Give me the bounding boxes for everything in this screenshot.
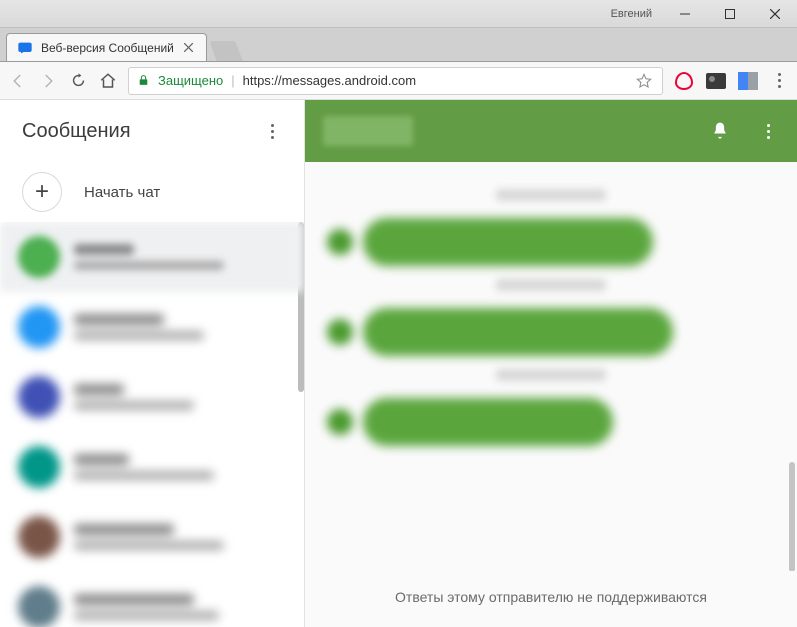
opera-extension-icon[interactable] xyxy=(673,70,695,92)
camera-extension-icon[interactable] xyxy=(705,70,727,92)
new-chat-button[interactable]: + Начать чат xyxy=(0,162,304,222)
lock-icon xyxy=(137,74,150,87)
avatar xyxy=(18,446,60,488)
avatar xyxy=(18,236,60,278)
conversation-text xyxy=(74,314,286,340)
messages-scroll-area[interactable] xyxy=(305,162,797,571)
conversation-text xyxy=(74,384,286,410)
window-close-button[interactable] xyxy=(752,0,797,28)
day-separator xyxy=(327,188,775,206)
avatar xyxy=(18,586,60,627)
message-bubble xyxy=(363,308,673,356)
message-row xyxy=(327,218,775,266)
conversation-item[interactable] xyxy=(0,502,304,572)
sidebar-title: Сообщения xyxy=(22,120,131,143)
message-bubble xyxy=(363,218,653,266)
conversation-item[interactable] xyxy=(0,432,304,502)
chat-header xyxy=(305,100,797,162)
browser-tabstrip: Веб-версия Сообщений xyxy=(0,28,797,62)
message-bubble xyxy=(363,398,613,446)
messages-favicon-icon xyxy=(17,40,33,56)
address-bar[interactable]: Защищено | https://messages.android.com xyxy=(128,67,663,95)
chat-contact-name xyxy=(323,116,413,146)
window-titlebar: Евгений xyxy=(0,0,797,28)
notifications-bell-icon[interactable] xyxy=(709,120,731,142)
sidebar-menu-button[interactable] xyxy=(262,121,282,141)
conversation-item[interactable] xyxy=(0,292,304,362)
secure-label: Защищено xyxy=(158,73,223,88)
address-divider: | xyxy=(231,73,234,88)
day-separator xyxy=(327,278,775,296)
new-tab-button[interactable] xyxy=(209,41,242,61)
window-minimize-button[interactable] xyxy=(662,0,707,28)
conversation-item[interactable] xyxy=(0,362,304,432)
chat-menu-button[interactable] xyxy=(757,120,779,142)
new-chat-label: Начать чат xyxy=(84,184,160,201)
windows-user-label: Евгений xyxy=(611,8,662,20)
messages-app: Сообщения + Начать чат Ответы этому xyxy=(0,100,797,627)
conversation-text xyxy=(74,454,286,480)
chat-pane: Ответы этому отправителю не поддерживают… xyxy=(305,100,797,627)
avatar xyxy=(18,516,60,558)
reply-disabled-notice: Ответы этому отправителю не поддерживают… xyxy=(305,571,797,627)
nav-forward-button[interactable] xyxy=(38,71,58,91)
message-avatar xyxy=(327,229,353,255)
message-row xyxy=(327,308,775,356)
conversation-list[interactable] xyxy=(0,222,304,627)
tab-close-icon[interactable] xyxy=(182,41,196,55)
avatar xyxy=(18,306,60,348)
nav-home-button[interactable] xyxy=(98,71,118,91)
message-avatar xyxy=(327,319,353,345)
nav-reload-button[interactable] xyxy=(68,71,88,91)
avatar xyxy=(18,376,60,418)
sidebar: Сообщения + Начать чат xyxy=(0,100,305,627)
message-avatar xyxy=(327,409,353,435)
bookmark-star-icon[interactable] xyxy=(634,71,654,91)
conversation-item[interactable] xyxy=(0,222,304,292)
plus-icon: + xyxy=(22,172,62,212)
conversation-text xyxy=(74,524,286,550)
message-row xyxy=(327,398,775,446)
day-separator xyxy=(327,368,775,386)
conversation-text xyxy=(74,594,286,620)
chat-scrollbar-thumb[interactable] xyxy=(789,462,795,571)
browser-menu-button[interactable] xyxy=(769,71,789,91)
nav-back-button[interactable] xyxy=(8,71,28,91)
address-url: https://messages.android.com xyxy=(243,73,626,88)
conversation-text xyxy=(74,244,286,270)
translate-extension-icon[interactable] xyxy=(737,70,759,92)
browser-toolbar: Защищено | https://messages.android.com xyxy=(0,62,797,100)
window-maximize-button[interactable] xyxy=(707,0,752,28)
browser-tab[interactable]: Веб-версия Сообщений xyxy=(6,33,207,61)
conversation-item[interactable] xyxy=(0,572,304,627)
sidebar-header: Сообщения xyxy=(0,100,304,162)
tab-title: Веб-версия Сообщений xyxy=(41,41,174,55)
